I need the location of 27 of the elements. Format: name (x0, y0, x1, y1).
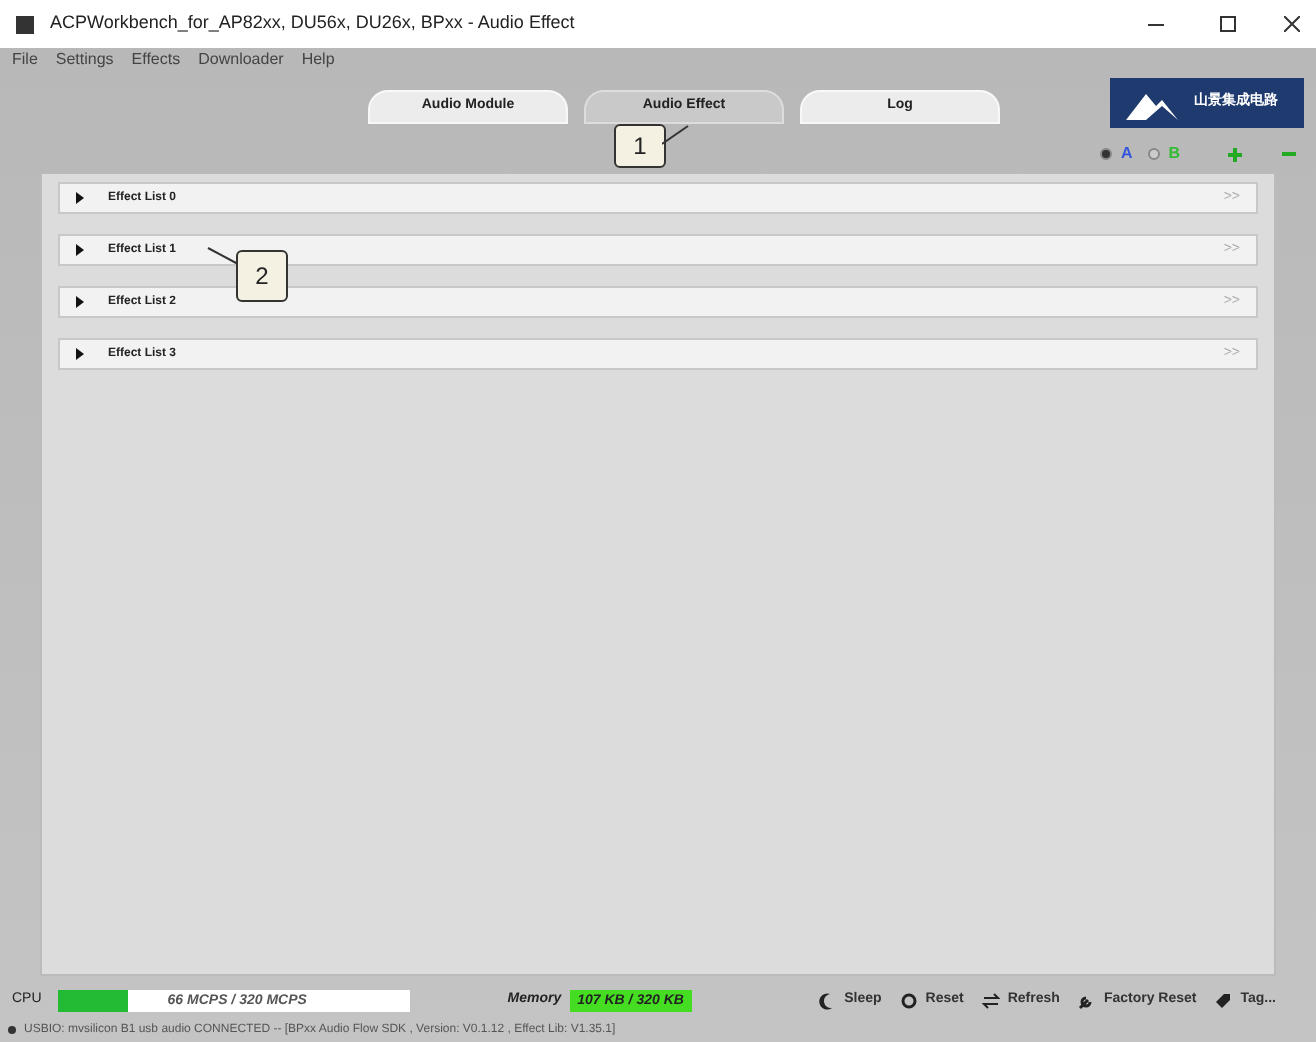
expand-arrow-icon[interactable] (76, 296, 84, 308)
circle-icon (899, 991, 918, 1009)
expand-arrow-icon[interactable] (76, 192, 84, 204)
leader-line (662, 124, 690, 148)
radio-label: A (1120, 142, 1133, 166)
radio-button[interactable] (1148, 148, 1161, 160)
maximize-icon[interactable] (1220, 16, 1236, 32)
moon-icon (818, 991, 837, 1009)
menu-item[interactable]: Downloader (198, 48, 284, 72)
expand-arrow-icon[interactable] (76, 244, 84, 256)
tag-icon (1214, 991, 1233, 1009)
callout: 2 (236, 250, 288, 302)
app-icon (16, 15, 34, 33)
connection-icon (8, 1026, 16, 1034)
menu-item[interactable]: Effects (131, 48, 181, 72)
window-title: ACPWorkbench_for_AP82xx, DU56x, DU26x, BPxx - Audio Effect (50, 10, 575, 37)
leader-line (206, 246, 238, 266)
menu-item[interactable]: Settings (55, 48, 114, 72)
radio-label: B (1168, 142, 1180, 166)
minimize-icon[interactable] (1148, 23, 1164, 25)
menu-item[interactable]: Help (301, 48, 335, 72)
radio-button[interactable] (1100, 148, 1113, 160)
close-icon[interactable] (1284, 16, 1300, 32)
expand-arrow-icon[interactable] (76, 348, 84, 360)
menu-item[interactable]: File (12, 48, 38, 72)
callout: 1 (614, 124, 666, 168)
arrows-icon (981, 991, 1000, 1009)
